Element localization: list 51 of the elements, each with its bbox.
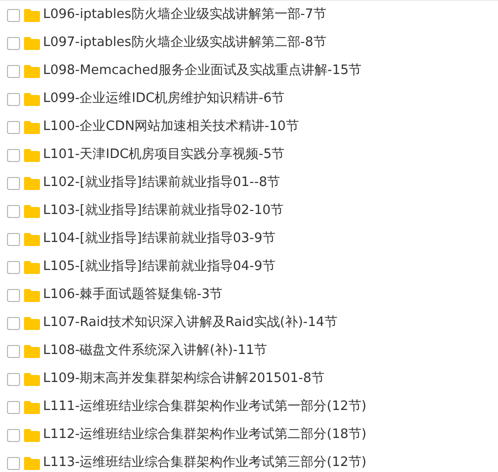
folder-name[interactable]: L097-iptables防火墙企业级实战讲解第二部-8节 (43, 33, 326, 53)
folder-icon (24, 8, 40, 22)
folder-name[interactable]: L106-棘手面试题答疑集锦-3节 (43, 285, 223, 305)
checkbox[interactable] (7, 428, 20, 442)
folder-icon (24, 176, 40, 190)
checkbox[interactable] (7, 260, 20, 274)
folder-icon (24, 92, 40, 106)
checkbox[interactable] (7, 8, 20, 22)
checkbox[interactable] (7, 64, 20, 78)
folder-icon (24, 120, 40, 134)
checkbox[interactable] (7, 176, 20, 190)
checkbox[interactable] (7, 456, 20, 470)
folder-name[interactable]: L111-运维班结业综合集群架构作业考试第一部分(12节) (43, 397, 366, 417)
folder-icon (24, 456, 40, 470)
folder-name[interactable]: L105-[就业指导]结课前就业指导04-9节 (43, 257, 276, 277)
folder-icon (24, 288, 40, 302)
folder-name[interactable]: L101-天津IDC机房项目实践分享视频-5节 (43, 145, 285, 165)
folder-icon (24, 232, 40, 246)
folder-name[interactable]: L104-[就业指导]结课前就业指导03-9节 (43, 229, 276, 249)
checkbox[interactable] (7, 120, 20, 134)
folder-icon (24, 260, 40, 274)
folder-icon (24, 400, 40, 414)
folder-icon (24, 64, 40, 78)
checkbox[interactable] (7, 232, 20, 246)
checkbox[interactable] (7, 204, 20, 218)
folder-name[interactable]: L102-[就业指导]结课前就业指导01--8节 (43, 173, 280, 193)
folder-icon (24, 372, 40, 386)
folder-name[interactable]: L096-iptables防火墙企业级实战讲解第一部-7节 (43, 5, 326, 25)
checkbox[interactable] (7, 372, 20, 386)
checkbox[interactable] (7, 92, 20, 106)
folder-icon (24, 316, 40, 330)
folder-name[interactable]: L108-磁盘文件系统深入讲解(补)-11节 (43, 341, 268, 361)
folder-icon (24, 428, 40, 442)
folder-icon (24, 344, 40, 358)
folder-name[interactable]: L100-企业CDN网站加速相关技术精讲-10节 (43, 117, 299, 137)
folder-name[interactable]: L098-Memcached服务企业面试及实战重点讲解-15节 (43, 61, 362, 81)
folder-name[interactable]: L109-期末高并发集群架构综合讲解201501-8节 (43, 369, 324, 389)
folder-name[interactable]: L113-运维班结业综合集群架构作业考试第三部分(12节) (43, 453, 366, 472)
folder-name[interactable]: L107-Raid技术知识深入讲解及Raid实战(补)-14节 (43, 313, 338, 333)
checkbox[interactable] (7, 288, 20, 302)
checkbox[interactable] (7, 344, 20, 358)
folder-name[interactable]: L103-[就业指导]结课前就业指导02-10节 (43, 201, 284, 221)
folder-icon (24, 148, 40, 162)
folder-name[interactable]: L112-运维班结业综合集群架构作业考试第二部分(18节) (43, 425, 366, 445)
folder-name[interactable]: L099-企业运维IDC机房维护知识精讲-6节 (43, 89, 285, 109)
folder-icon (24, 204, 40, 218)
checkbox[interactable] (7, 148, 20, 162)
checkbox[interactable] (7, 36, 20, 50)
checkbox[interactable] (7, 400, 20, 414)
folder-icon (24, 36, 40, 50)
checkbox[interactable] (7, 316, 20, 330)
